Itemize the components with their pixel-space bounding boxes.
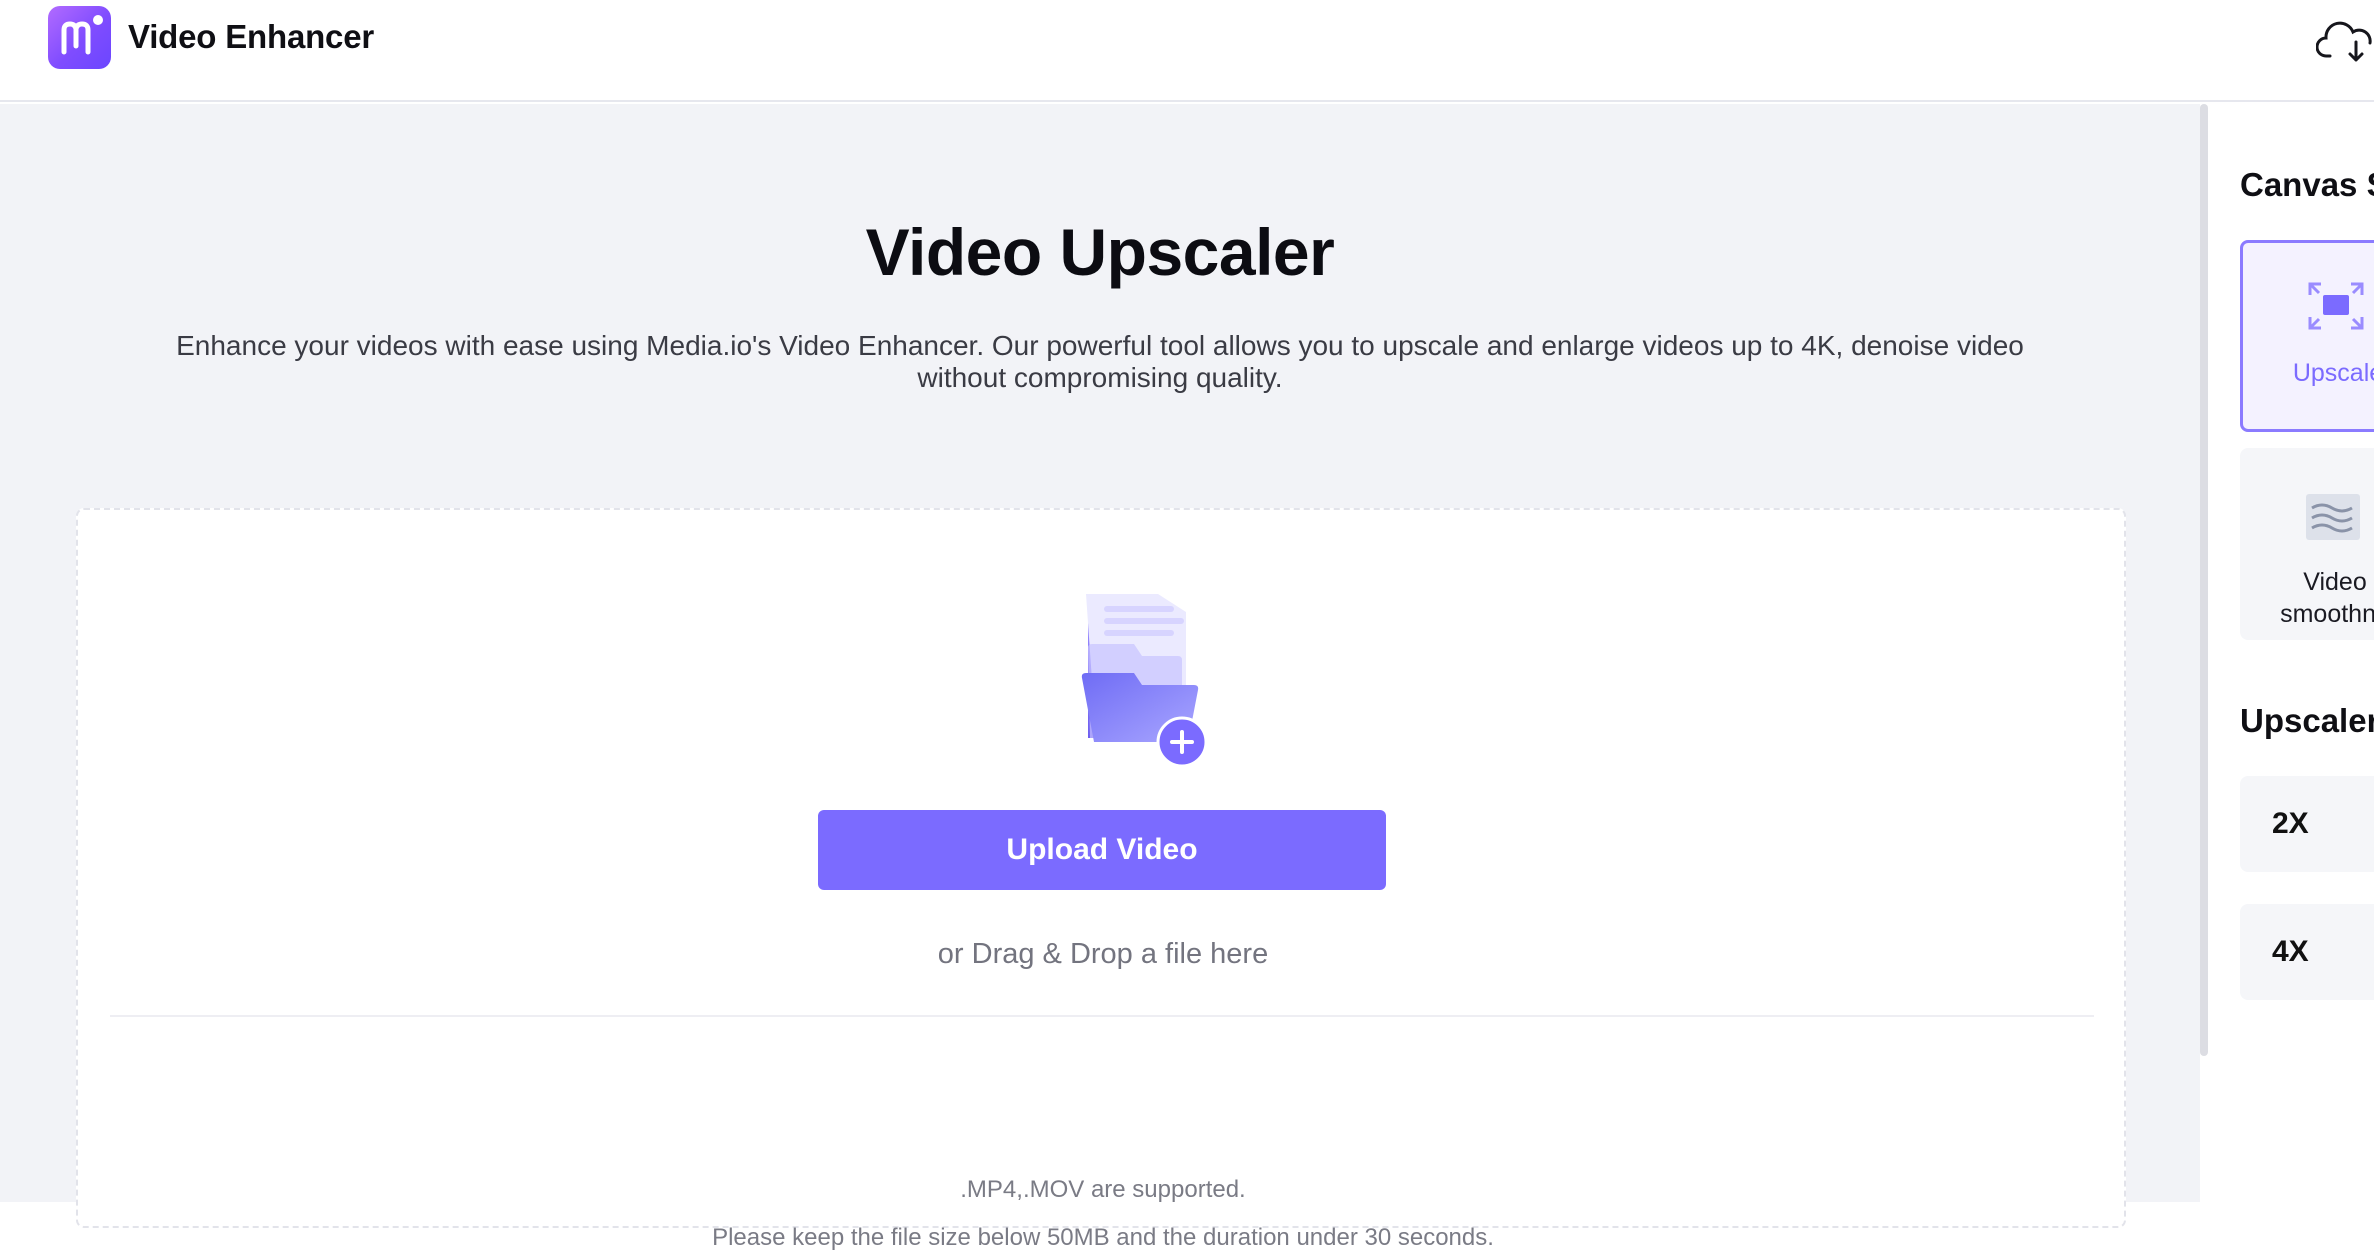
scale-4x-button[interactable]: 4X: [2240, 904, 2374, 1000]
page-title: Video Upscaler: [865, 215, 1335, 289]
option-smoothness-label-line2: smoothne: [2280, 600, 2374, 628]
main-scrollbar[interactable]: [2200, 104, 2208, 1056]
drag-drop-hint: or Drag & Drop a file here: [937, 938, 1269, 970]
mediaio-logo-icon[interactable]: [48, 6, 111, 69]
scale-2x-button[interactable]: 2X: [2240, 776, 2374, 872]
folder-add-icon[interactable]: [1008, 588, 1258, 778]
upscaler-section-heading: Upscaler: [2240, 702, 2374, 739]
canvas-section-heading: Canvas S: [2240, 166, 2374, 203]
app-title: Video Enhancer: [128, 18, 375, 55]
option-upscale[interactable]: Upscale: [2240, 240, 2374, 432]
upload-dropzone[interactable]: Upload Video or Drag & Drop a file here …: [76, 508, 2126, 1251]
option-video-smoothness[interactable]: Video smoothne: [2240, 448, 2374, 640]
page-description: Enhance your videos with ease using Medi…: [176, 330, 2024, 393]
settings-sidebar: Canvas S Upscale Video smoothne Upscaler…: [2208, 104, 2374, 1202]
option-smoothness-label-line1: Video: [2303, 568, 2367, 596]
supported-formats-note: .MP4,.MOV are supported.: [960, 1176, 1246, 1203]
top-header: Video Enhancer: [0, 0, 2374, 102]
option-upscale-label: Upscale: [2292, 359, 2374, 387]
upload-video-button[interactable]: Upload Video: [818, 810, 1386, 890]
divider: [110, 1015, 2094, 1017]
cloud-download-icon[interactable]: [2315, 16, 2374, 64]
upscale-icon: [2307, 281, 2365, 331]
main-content: Video Upscaler Enhance your videos with …: [0, 104, 2200, 1251]
smoothness-icon: [2304, 492, 2362, 542]
file-limits-note: Please keep the file size below 50MB and…: [712, 1224, 1494, 1251]
